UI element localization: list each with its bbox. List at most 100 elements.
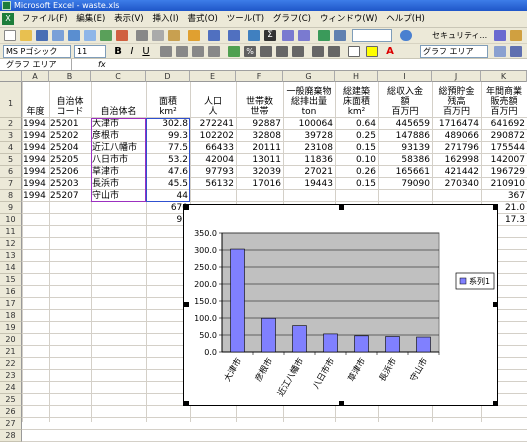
decrease-decimal-icon[interactable] — [292, 46, 304, 57]
row-header[interactable]: 13 — [0, 250, 22, 262]
cell-sales[interactable]: 641692 — [482, 118, 525, 130]
cell-waste[interactable]: 11836 — [284, 154, 333, 166]
header-cell-households[interactable]: 世帯数 世帯 — [237, 84, 282, 117]
cell-income[interactable] — [379, 190, 430, 202]
row-header[interactable]: 1 — [0, 82, 22, 118]
header-cell-waste[interactable]: 一般廃棄物 総排出量 ton — [284, 84, 334, 117]
column-header[interactable]: G — [283, 71, 335, 82]
cell-savings[interactable]: 489066 — [433, 130, 479, 142]
row-header[interactable]: 24 — [0, 382, 22, 394]
cell-savings[interactable] — [433, 190, 479, 202]
cell-code[interactable]: 25206 — [50, 166, 89, 178]
decrease-indent-icon[interactable] — [312, 46, 324, 57]
column-header[interactable]: K — [481, 71, 527, 82]
cell-year[interactable]: 1994 — [23, 166, 47, 178]
undo-icon[interactable] — [208, 30, 220, 41]
cell-waste[interactable]: 19443 — [284, 178, 333, 190]
cell-households[interactable] — [237, 190, 281, 202]
menu-view[interactable]: 表示(V) — [111, 11, 146, 28]
cell-code[interactable]: 25202 — [50, 130, 89, 142]
header-cell-income[interactable]: 総収入金 額 百万円 — [379, 84, 431, 117]
row-header[interactable]: 4 — [0, 142, 22, 154]
cell-sales[interactable]: 290872 — [482, 130, 525, 142]
cell-year[interactable]: 1994 — [23, 154, 47, 166]
resize-handle[interactable] — [339, 205, 344, 210]
row-header[interactable]: 3 — [0, 130, 22, 142]
resize-handle[interactable] — [184, 401, 189, 406]
bar[interactable] — [261, 317, 276, 353]
row-header[interactable]: 27 — [0, 418, 22, 430]
cell-savings[interactable]: 421442 — [433, 166, 479, 178]
cell-waste[interactable]: 23108 — [284, 142, 333, 154]
increase-indent-icon[interactable] — [328, 46, 340, 57]
drawing-icon[interactable] — [334, 30, 346, 41]
cell-population[interactable]: 56132 — [191, 178, 234, 190]
cell-code[interactable]: 25205 — [50, 154, 89, 166]
cell-code[interactable]: 25201 — [50, 118, 89, 130]
borders-icon[interactable] — [348, 46, 360, 57]
chart-objects-dropdown[interactable]: グラフ エリア — [420, 45, 488, 58]
row-header[interactable]: 18 — [0, 310, 22, 322]
cell-year[interactable]: 1994 — [23, 130, 47, 142]
copy-icon[interactable] — [152, 30, 164, 41]
header-cell-area[interactable]: 面積 km² — [147, 84, 189, 117]
cell-population[interactable]: 66433 — [191, 142, 234, 154]
cell-floor-area[interactable] — [336, 190, 376, 202]
cell-income[interactable]: 79090 — [379, 178, 430, 190]
row-header[interactable]: 2 — [0, 118, 22, 130]
research-icon[interactable] — [116, 30, 128, 41]
header-cell-code[interactable]: 自治体 コード — [50, 84, 90, 117]
control-toolbox-icon[interactable] — [494, 30, 506, 41]
redo-icon[interactable] — [228, 30, 240, 41]
format-painter-icon[interactable] — [188, 30, 200, 41]
header-cell-year[interactable]: 年度 — [23, 84, 48, 117]
header-cell-sales[interactable]: 年間商業 販売額 百万円 — [482, 84, 526, 117]
help-icon[interactable] — [400, 30, 412, 41]
fill-color-icon[interactable] — [366, 46, 378, 57]
row-header[interactable]: 15 — [0, 274, 22, 286]
row-header[interactable]: 19 — [0, 322, 22, 334]
row-header[interactable]: 22 — [0, 358, 22, 370]
cell-year[interactable]: 1994 — [23, 142, 47, 154]
row-header[interactable]: 11 — [0, 226, 22, 238]
format-chart-area-icon[interactable] — [494, 46, 506, 57]
chart-wizard-icon[interactable] — [318, 30, 330, 41]
cell-waste[interactable]: 39728 — [284, 130, 333, 142]
cell-income[interactable]: 58386 — [379, 154, 430, 166]
cell-floor-area[interactable]: 0.15 — [336, 142, 376, 154]
comma-style-icon[interactable] — [260, 46, 272, 57]
column-header[interactable]: F — [236, 71, 283, 82]
cell-income[interactable]: 93139 — [379, 142, 430, 154]
workbook-icon[interactable]: X — [2, 13, 14, 25]
font-name-dropdown[interactable]: MS Pゴシック — [3, 45, 71, 58]
cell-income[interactable]: 147886 — [379, 130, 430, 142]
bold-icon[interactable]: B — [112, 46, 124, 57]
resize-handle[interactable] — [184, 205, 189, 210]
cell-sales[interactable]: 367 — [482, 190, 525, 202]
menu-window[interactable]: ウィンドウ(W) — [317, 11, 381, 28]
cell-households[interactable]: 32808 — [237, 130, 281, 142]
select-all-corner[interactable] — [0, 71, 22, 82]
cell-floor-area[interactable]: 0.10 — [336, 154, 376, 166]
zoom-dropdown[interactable] — [352, 29, 392, 42]
cell-d10[interactable]: 95 — [147, 214, 188, 226]
column-header[interactable]: J — [432, 71, 481, 82]
permission-icon[interactable] — [52, 30, 64, 41]
resize-handle[interactable] — [339, 401, 344, 406]
increase-decimal-icon[interactable] — [276, 46, 288, 57]
menu-edit[interactable]: 編集(E) — [73, 11, 108, 28]
name-box[interactable]: グラフ エリア — [2, 59, 72, 70]
resize-handle[interactable] — [184, 302, 189, 307]
cell-code[interactable]: 25203 — [50, 178, 89, 190]
row-header[interactable]: 23 — [0, 370, 22, 382]
new-icon[interactable] — [4, 30, 16, 41]
security-button[interactable]: セキュリティ... — [432, 30, 487, 41]
align-left-icon[interactable] — [160, 46, 172, 57]
cell-households[interactable]: 92887 — [237, 118, 281, 130]
design-mode-icon[interactable] — [510, 30, 522, 41]
cell-sales[interactable]: 210910 — [482, 178, 525, 190]
row-header[interactable]: 6 — [0, 166, 22, 178]
cell-year[interactable]: 1994 — [23, 178, 47, 190]
font-color-icon[interactable]: A — [384, 46, 396, 57]
print-preview-icon[interactable] — [84, 30, 96, 41]
